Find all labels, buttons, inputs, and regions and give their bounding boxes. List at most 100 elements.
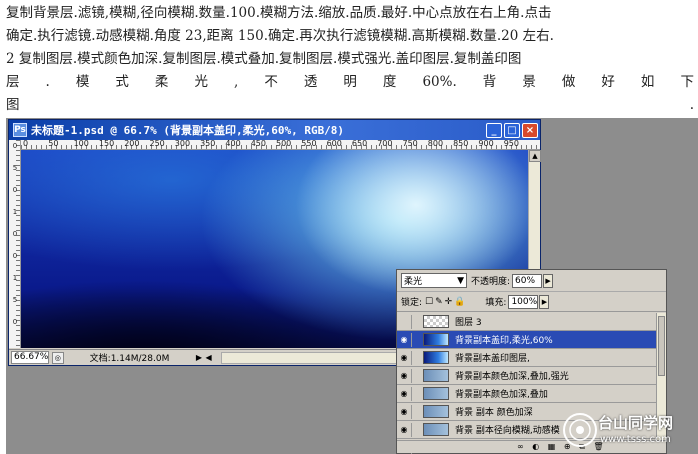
ruler-tick-label: 1	[12, 208, 18, 216]
article-line-justified: 图.	[6, 94, 694, 117]
ruler-tick-label: 550	[301, 140, 317, 148]
ruler-tick-label: 5	[12, 296, 18, 304]
eye-visibility-icon[interactable]: ◉	[397, 335, 411, 344]
ruler-tick-label: 850	[453, 140, 469, 148]
opacity-slider-arrow-icon[interactable]: ▶	[543, 273, 554, 288]
layer-link-slot[interactable]	[411, 422, 423, 437]
document-info-icon[interactable]: ◎	[52, 351, 64, 364]
eye-visibility-icon[interactable]: ◉	[397, 389, 411, 398]
lock-options-icon[interactable]: ☐✎✛🔒	[425, 297, 467, 307]
blend-mode-select[interactable]: 柔光 ▼	[401, 273, 467, 288]
ruler-tick-label: 0	[23, 140, 29, 148]
layer-name: 背景副本颜色加深,叠加	[455, 390, 548, 400]
article-word: 如	[640, 74, 655, 90]
article-word: 模	[75, 74, 90, 90]
article-word: 背	[482, 74, 497, 90]
article-word: 层	[6, 74, 20, 90]
article-line-justified: 层. 模 式 柔 光, 不 透 明 度 60%. 背 景 做 好 如 下	[6, 71, 694, 94]
window-title: 未标题-1.psd @ 66.7% (背景副本盖印,柔光,60%, RGB/8)	[31, 124, 345, 137]
article-word: 明	[343, 74, 357, 90]
vertical-ruler[interactable]: 0 5 0 1 0 0 1 5 0	[9, 140, 21, 348]
article-line: 确定.执行滤镜.动感模糊.角度 23,距离 150.确定.再次执行滤镜模糊.高斯…	[6, 28, 554, 44]
opacity-input[interactable]: 60%	[512, 273, 543, 288]
ruler-tick-label: 5	[12, 164, 18, 172]
layer-name: 背景副本盖印,柔光,60%	[455, 336, 553, 346]
layer-row[interactable]: ◉ 背景副本盖印,柔光,60%	[397, 331, 657, 349]
fill-slider-arrow-icon[interactable]: ▶	[539, 294, 550, 309]
layer-row[interactable]: ◉ 背景副本颜色加深,叠加,强光	[397, 367, 657, 385]
article-word: .	[689, 97, 694, 113]
ruler-tick-label: 0	[12, 186, 18, 194]
blend-mode-value: 柔光	[404, 277, 423, 287]
status-menu-arrow-icon[interactable]: ▶	[196, 353, 206, 362]
layer-thumbnail	[423, 423, 449, 436]
layer-thumbnail	[423, 333, 449, 346]
ruler-tick-label: 400	[225, 140, 241, 148]
layer-thumbnail	[423, 315, 449, 328]
layer-link-slot[interactable]	[411, 404, 423, 419]
ruler-tick-label: 0	[12, 318, 18, 326]
minimize-button[interactable]: _	[486, 122, 502, 138]
window-titlebar[interactable]: Ps 未标题-1.psd @ 66.7% (背景副本盖印,柔光,60%, RGB…	[9, 120, 540, 140]
ruler-tick-label: 50	[48, 140, 59, 148]
ruler-tick-label: 750	[402, 140, 418, 148]
scroll-left-arrow-icon[interactable]: ◀	[206, 353, 216, 362]
ruler-tick-label: 350	[200, 140, 216, 148]
article-word: 式	[115, 74, 129, 90]
lock-label: 锁定:	[401, 298, 423, 308]
watermark-url: www.tsss.com	[600, 434, 671, 445]
article-word: 景	[522, 74, 536, 90]
ruler-tick-label: 1	[12, 274, 18, 282]
layers-scroll-thumb[interactable]	[658, 316, 665, 376]
eye-visibility-icon[interactable]: ◉	[397, 425, 411, 434]
opacity-label: 不透明度:	[471, 277, 511, 287]
ruler-tick-label: 800	[427, 140, 444, 148]
layer-name: 背景副本颜色加深,叠加,强光	[455, 372, 569, 382]
ruler-tick-label: 0	[12, 142, 18, 150]
layer-link-slot[interactable]	[411, 314, 423, 329]
watermark-name: 台山同学网	[598, 414, 674, 432]
ruler-tick-label: 450	[250, 140, 266, 148]
blend-opacity-row: 柔光 ▼ 不透明度: 60% ▶	[397, 270, 666, 292]
layer-name: 图层 3	[455, 318, 482, 328]
layer-thumbnail	[423, 351, 449, 364]
site-watermark: 台山同学网 www.tsss.com	[560, 410, 698, 450]
article-word: .	[45, 74, 50, 90]
layer-row[interactable]: ◉ 背景副本颜色加深,叠加	[397, 385, 657, 403]
article-word: 下	[680, 74, 694, 90]
layer-row[interactable]: 图层 3	[397, 313, 657, 331]
eye-visibility-icon[interactable]: ◉	[397, 407, 411, 416]
ruler-tick-label: 250	[149, 140, 165, 148]
zoom-level-field[interactable]: 66.67%	[11, 351, 49, 364]
close-button[interactable]: ×	[522, 122, 538, 138]
layer-thumbnail	[423, 369, 449, 382]
eye-visibility-icon[interactable]: ◉	[397, 371, 411, 380]
layer-link-slot[interactable]	[411, 332, 423, 347]
photoshop-app-icon: Ps	[13, 123, 27, 137]
ruler-tick-label: 600	[326, 140, 342, 148]
layer-link-slot[interactable]	[411, 350, 423, 365]
article-word: 不	[264, 74, 278, 90]
article-line: 2 复制图层.模式颜色加深.复制图层.模式叠加.复制图层.模式强光.盖印图层.复…	[6, 51, 522, 67]
ruler-tick-label: 200	[124, 140, 140, 148]
layer-link-slot[interactable]	[411, 368, 423, 383]
layer-thumbnail	[423, 387, 449, 400]
ruler-tick-label: 0	[12, 252, 18, 260]
scroll-up-arrow-icon[interactable]: ▲	[529, 150, 541, 162]
ruler-tick-label: 700	[377, 140, 393, 148]
article-word: 好	[601, 74, 615, 90]
maximize-button[interactable]: □	[504, 122, 520, 138]
article-word: 图	[6, 97, 20, 113]
eye-visibility-icon[interactable]: ◉	[397, 353, 411, 362]
article-line: 复制背景层.滤镜,模糊,径向模糊.数量.100.模糊方法.缩放.品质.最好.中心…	[6, 5, 552, 21]
fill-input[interactable]: 100%	[508, 294, 539, 309]
article-word: 60%.	[422, 74, 457, 90]
article-word: 透	[303, 74, 318, 90]
watermark-logo-icon	[563, 413, 597, 447]
ruler-tick-label: 0	[12, 230, 18, 238]
layer-row[interactable]: ◉ 背景副本盖印图层,	[397, 349, 657, 367]
layer-link-slot[interactable]	[411, 386, 423, 401]
horizontal-ruler[interactable]: 0 50 100 150 200 250 300 350 400 450 500 550 600 650 7…	[21, 140, 540, 150]
ruler-tick-label: 650	[351, 140, 368, 148]
ruler-tick-label: 900	[478, 140, 494, 148]
